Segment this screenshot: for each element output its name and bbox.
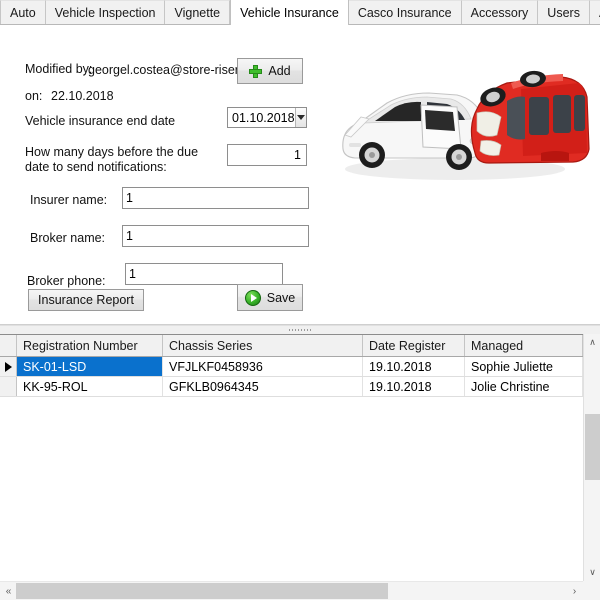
broker-phone-label: Broker phone:	[27, 274, 106, 288]
modified-on-label: on:	[25, 89, 43, 103]
horizontal-scroll-thumb[interactable]	[16, 583, 388, 599]
tab-label: Vehicle Insurance	[240, 5, 339, 20]
tab-label: Auto	[10, 5, 36, 20]
tab-vignette[interactable]: Vignette	[165, 0, 231, 24]
splitter-grip-icon	[289, 329, 311, 331]
cell-registration-number[interactable]: SK-01-LSD	[17, 357, 163, 376]
current-row-arrow-icon	[4, 361, 12, 372]
tab-users[interactable]: Users	[538, 0, 590, 24]
broker-name-label: Broker name:	[30, 231, 106, 245]
notify-days-input[interactable]: 1	[227, 144, 307, 166]
column-header-managed[interactable]: Managed	[465, 335, 583, 356]
scroll-right-button[interactable]: ›	[566, 582, 583, 600]
column-header-date-register[interactable]: Date Register	[363, 335, 465, 356]
chevron-down-icon	[296, 115, 305, 120]
vehicle-insurance-window: Auto Vehicle Inspection Vignette Vehicle…	[0, 0, 600, 600]
column-header-registration-number[interactable]: Registration Number	[17, 335, 163, 356]
tab-label: Accessory	[470, 5, 529, 20]
cell-registration-number[interactable]: KK-95-ROL	[17, 377, 163, 396]
chevron-right-icon: ›	[572, 585, 577, 597]
tab-about[interactable]: About	[589, 0, 600, 24]
add-button-label: Add	[268, 64, 291, 78]
car-crash-image	[325, 57, 597, 209]
tab-vehicle-inspection[interactable]: Vehicle Inspection	[45, 0, 166, 24]
tab-label: Vehicle Inspection	[54, 5, 156, 20]
plus-icon	[249, 64, 263, 78]
row-header-corner	[0, 335, 17, 356]
vehicles-datagrid: Registration Number Chassis Series Date …	[0, 334, 600, 600]
chevron-up-icon: ∧	[589, 337, 596, 347]
tab-accessory[interactable]: Accessory	[461, 0, 539, 24]
modified-on-value: 22.10.2018	[51, 89, 114, 103]
datagrid-header-row: Registration Number Chassis Series Date …	[0, 335, 583, 357]
cell-date-register[interactable]: 19.10.2018	[363, 357, 465, 376]
car-crash-illustration	[325, 57, 597, 209]
tab-auto[interactable]: Auto	[0, 0, 46, 24]
insurance-report-button-label: Insurance Report	[38, 293, 134, 307]
notify-days-label: How many days before the due date to sen…	[25, 145, 199, 174]
panel-splitter[interactable]	[0, 325, 600, 334]
broker-name-input[interactable]: 1	[122, 225, 309, 247]
cell-managed[interactable]: Jolie Christine	[465, 377, 583, 396]
row-selector[interactable]	[0, 377, 17, 396]
datagrid-viewport: Registration Number Chassis Series Date …	[0, 335, 583, 581]
chevron-left-icon: «	[5, 585, 12, 597]
column-header-chassis-series[interactable]: Chassis Series	[163, 335, 363, 356]
table-row[interactable]: SK-01-LSD VFJLKF0458936 19.10.2018 Sophi…	[0, 357, 583, 377]
add-button[interactable]: Add	[237, 58, 303, 84]
main-tab-bar: Auto Vehicle Inspection Vignette Vehicle…	[0, 0, 600, 25]
tab-label: Vignette	[174, 5, 221, 20]
datagrid-vertical-scrollbar[interactable]: ∧ ∨	[583, 334, 600, 581]
row-selector[interactable]	[0, 357, 17, 376]
scroll-left-button[interactable]: «	[0, 582, 17, 600]
vehicle-insurance-form-panel: Modified by: georgel.costea@store-riser …	[0, 25, 600, 325]
table-row[interactable]: KK-95-ROL GFKLB0964345 19.10.2018 Jolie …	[0, 377, 583, 397]
save-icon	[244, 289, 261, 306]
tab-vehicle-insurance[interactable]: Vehicle Insurance	[230, 0, 349, 25]
chevron-down-icon: ∨	[589, 567, 596, 577]
insurer-name-label: Insurer name:	[30, 193, 108, 207]
scrollbar-corner	[583, 581, 600, 600]
insurance-end-date-picker[interactable]: 01.10.2018	[227, 107, 307, 128]
tab-casco-insurance[interactable]: Casco Insurance	[348, 0, 462, 24]
cell-chassis-series[interactable]: VFJLKF0458936	[163, 357, 363, 376]
insurance-report-button[interactable]: Insurance Report	[28, 289, 144, 311]
save-button[interactable]: Save	[237, 284, 303, 311]
tab-label: Users	[547, 5, 580, 20]
insurer-name-input[interactable]: 1	[122, 187, 309, 209]
scroll-down-button[interactable]: ∨	[584, 564, 600, 581]
insurance-end-date-label: Vehicle insurance end date	[25, 114, 176, 128]
cell-date-register[interactable]: 19.10.2018	[363, 377, 465, 396]
insurance-end-date-value: 01.10.2018	[232, 110, 295, 125]
scroll-up-button[interactable]: ∧	[584, 334, 600, 351]
datagrid-horizontal-scrollbar[interactable]: « ›	[0, 581, 583, 600]
vertical-scroll-thumb[interactable]	[585, 414, 600, 480]
modified-by-label: Modified by:	[25, 62, 93, 76]
cell-chassis-series[interactable]: GFKLB0964345	[163, 377, 363, 396]
calendar-dropdown-button[interactable]	[294, 108, 306, 127]
broker-phone-input[interactable]: 1	[125, 263, 283, 285]
save-button-label: Save	[266, 290, 296, 305]
tab-label: Casco Insurance	[357, 5, 452, 20]
cell-managed[interactable]: Sophie Juliette	[465, 357, 583, 376]
modified-by-value: georgel.costea@store-riser	[88, 62, 239, 77]
